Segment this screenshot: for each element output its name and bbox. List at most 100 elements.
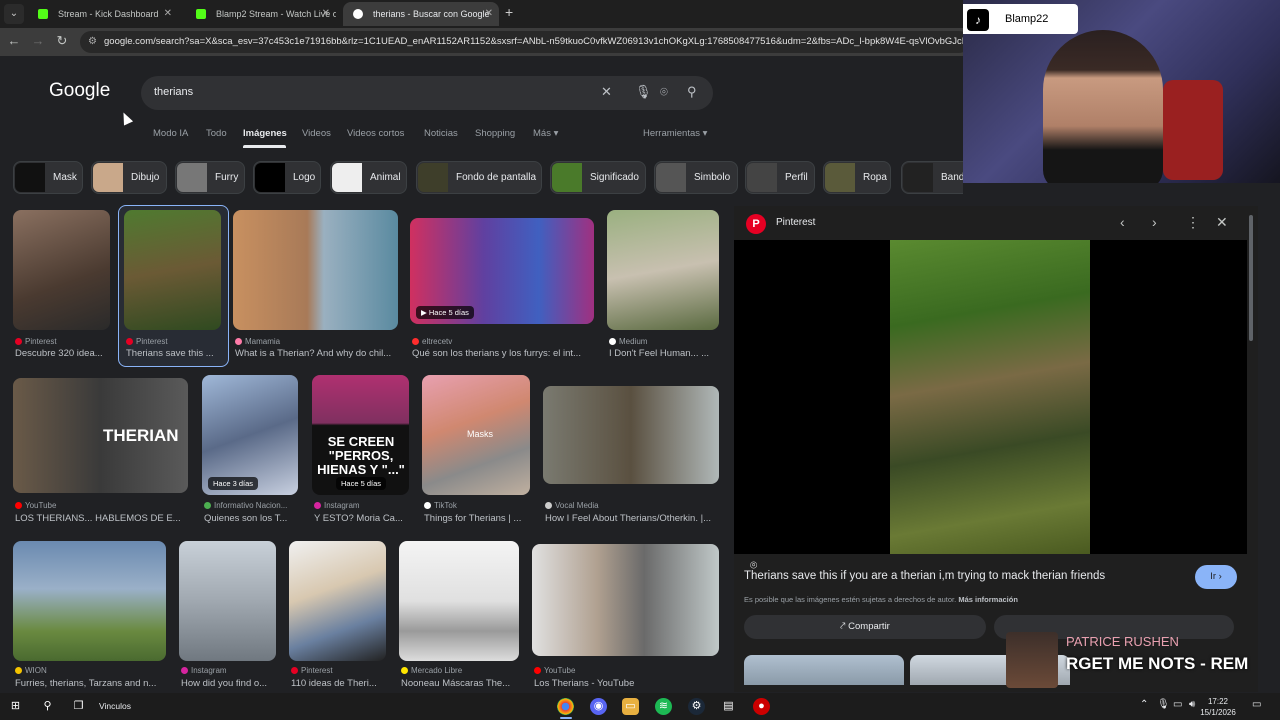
result-source[interactable]: YouTube bbox=[15, 501, 56, 510]
obs-icon[interactable]: ● bbox=[753, 698, 770, 715]
windows-start-icon[interactable]: ⊞ bbox=[7, 698, 24, 715]
panel-scrollbar[interactable] bbox=[1249, 215, 1253, 341]
close-icon[interactable]: ✕ bbox=[1216, 214, 1228, 231]
result-source[interactable]: TikTok bbox=[424, 501, 457, 510]
result-source[interactable]: Pinterest bbox=[291, 666, 333, 675]
result-source[interactable]: Pinterest bbox=[126, 337, 168, 346]
result-thumbnail[interactable] bbox=[233, 210, 398, 330]
tab-short-videos[interactable]: Videos cortos bbox=[347, 128, 404, 139]
next-icon[interactable]: › bbox=[1152, 214, 1157, 230]
tab-shopping[interactable]: Shopping bbox=[475, 128, 515, 139]
search-box[interactable]: therians ✕ 🎙︎ ⌾ ⚲ bbox=[141, 76, 713, 110]
chip-mask[interactable]: Mask bbox=[13, 161, 83, 194]
tab-ai-mode[interactable]: Modo IA bbox=[153, 128, 188, 139]
chip-simbolo[interactable]: Simbolo bbox=[654, 161, 738, 194]
panel-source[interactable]: Pinterest bbox=[776, 217, 815, 228]
chip-perfil[interactable]: Perfil bbox=[745, 161, 815, 194]
tab-kick-dashboard[interactable]: Stream - Kick Dashboard ✕ bbox=[28, 2, 178, 26]
close-icon[interactable]: ✕ bbox=[164, 2, 172, 26]
share-button[interactable]: ⤤ Compartir bbox=[744, 615, 986, 639]
chip-ropa[interactable]: Ropa bbox=[823, 161, 891, 194]
result-thumbnail[interactable] bbox=[532, 544, 719, 656]
result-thumbnail[interactable]: Hace 3 días bbox=[202, 375, 298, 495]
forward-icon[interactable]: → bbox=[29, 33, 47, 48]
result-thumbnail[interactable] bbox=[179, 541, 276, 661]
result-thumbnail[interactable]: Masks bbox=[422, 375, 530, 495]
new-tab-button[interactable]: + bbox=[505, 4, 513, 20]
search-input[interactable]: therians bbox=[154, 86, 193, 98]
result-thumbnail[interactable] bbox=[289, 541, 386, 661]
result-title[interactable]: Furries, therians, Tarzans and n... bbox=[15, 678, 165, 689]
more-info-link[interactable]: Más información bbox=[958, 595, 1018, 604]
site-info-icon[interactable]: ⚙ bbox=[88, 36, 97, 47]
result-source[interactable]: eltrecetv bbox=[412, 337, 452, 346]
result-title[interactable]: How I Feel About Therians/Otherkin. |... bbox=[545, 513, 717, 524]
result-title[interactable]: Quienes son los T... bbox=[204, 513, 298, 524]
result-thumbnail[interactable] bbox=[399, 541, 519, 661]
tray-expand-icon[interactable]: ⌃ bbox=[1140, 699, 1148, 710]
result-title[interactable]: I Don't Feel Human... ... bbox=[609, 348, 717, 359]
google-logo[interactable]: Google bbox=[49, 80, 110, 102]
chip-dibujo[interactable]: Dibujo bbox=[91, 161, 167, 194]
network-icon[interactable]: ▭ bbox=[1173, 699, 1182, 710]
chip-furry[interactable]: Furry bbox=[175, 161, 245, 194]
steam-icon[interactable]: ⚙ bbox=[688, 698, 705, 715]
microphone-icon[interactable]: 🎙︎ bbox=[635, 84, 652, 100]
result-title[interactable]: Therians save this ... bbox=[126, 348, 218, 359]
taskbar-clock[interactable]: 17:22 15/1/2026 bbox=[1194, 696, 1242, 718]
task-manager-icon[interactable]: ▤ bbox=[720, 698, 737, 715]
result-thumbnail[interactable]: ▶ Hace 5 días bbox=[410, 218, 594, 324]
panel-title[interactable]: Therians save this if you are a therian … bbox=[744, 570, 1105, 582]
result-source[interactable]: Instagram bbox=[314, 501, 360, 510]
tab-google-search[interactable]: therians - Buscar con Google ✕ bbox=[343, 2, 499, 26]
result-title[interactable]: LOS THERIANS... HABLEMOS DE E... bbox=[15, 513, 187, 524]
result-thumbnail[interactable]: SE CREEN "PERROS, HIENAS Y "..." Hace 5 … bbox=[312, 375, 409, 495]
tab-tools[interactable]: Herramientas ▾ bbox=[643, 128, 707, 139]
close-icon[interactable]: ✕ bbox=[485, 2, 493, 26]
search-icon[interactable]: ⚲ bbox=[687, 84, 697, 100]
result-thumbnail[interactable] bbox=[543, 386, 719, 484]
result-source[interactable]: Informativo Nacion... bbox=[204, 501, 287, 510]
result-title[interactable]: How did you find o... bbox=[181, 678, 275, 689]
result-title[interactable]: Nooneau Máscaras The... bbox=[401, 678, 518, 689]
result-thumbnail[interactable] bbox=[607, 210, 719, 330]
file-explorer-icon[interactable]: ▭ bbox=[622, 698, 639, 715]
tab-videos[interactable]: Videos bbox=[302, 128, 331, 139]
result-title[interactable]: Things for Therians | ... bbox=[424, 513, 529, 524]
result-title[interactable]: Y ESTO? Moria Ca... bbox=[314, 513, 409, 524]
tab-more[interactable]: Más ▾ bbox=[533, 128, 558, 139]
result-title[interactable]: Qué son los therians y los furrys: el in… bbox=[412, 348, 592, 359]
result-thumbnail[interactable] bbox=[124, 210, 221, 330]
result-title[interactable]: Los Therians - YouTube bbox=[534, 678, 717, 689]
result-source[interactable]: Medium bbox=[609, 337, 647, 346]
result-source[interactable]: Pinterest bbox=[15, 337, 57, 346]
microphone-icon[interactable]: 🎙︎ bbox=[1157, 699, 1170, 710]
notifications-icon[interactable]: ▭ bbox=[1252, 699, 1261, 710]
previous-icon[interactable]: ‹ bbox=[1120, 214, 1125, 230]
search-icon[interactable]: ⚲ bbox=[39, 698, 56, 715]
visit-button[interactable]: Ir › bbox=[1195, 565, 1237, 589]
result-title[interactable]: Descubre 320 idea... bbox=[15, 348, 110, 359]
discord-icon[interactable]: ◉ bbox=[590, 698, 607, 715]
result-thumbnail[interactable]: THERIAN bbox=[13, 378, 188, 493]
chrome-icon[interactable] bbox=[557, 698, 574, 715]
result-title[interactable]: 110 ideas de Theri... bbox=[291, 678, 386, 689]
result-source[interactable]: WION bbox=[15, 666, 47, 675]
result-source[interactable]: YouTube bbox=[534, 666, 575, 675]
chip-fondo-de-pantalla[interactable]: Fondo de pantalla bbox=[416, 161, 542, 194]
lens-icon[interactable]: ⌾ bbox=[660, 84, 668, 100]
result-source[interactable]: Mamamia bbox=[235, 337, 280, 346]
address-bar[interactable]: ⚙ google.com/search?sa=X&sca_esv=37c453c… bbox=[80, 31, 970, 53]
more-options-icon[interactable]: ⋮ bbox=[1186, 214, 1200, 231]
tab-images[interactable]: Imágenes bbox=[243, 128, 287, 139]
chip-logo[interactable]: Logo bbox=[253, 161, 321, 194]
tab-search-button[interactable]: ⌄ bbox=[4, 4, 24, 24]
spotify-icon[interactable]: ≋ bbox=[655, 698, 672, 715]
preview-image[interactable]: ⌾ bbox=[734, 240, 1247, 572]
chip-band[interactable]: Band bbox=[901, 161, 963, 194]
tab-blamp2-stream[interactable]: Blamp2 Stream - Watch Live on ✕ bbox=[186, 2, 336, 26]
chip-significado[interactable]: Significado bbox=[550, 161, 646, 194]
back-icon[interactable]: ← bbox=[5, 33, 23, 48]
tab-news[interactable]: Noticias bbox=[424, 128, 458, 139]
reload-icon[interactable]: ↻ bbox=[53, 33, 71, 49]
